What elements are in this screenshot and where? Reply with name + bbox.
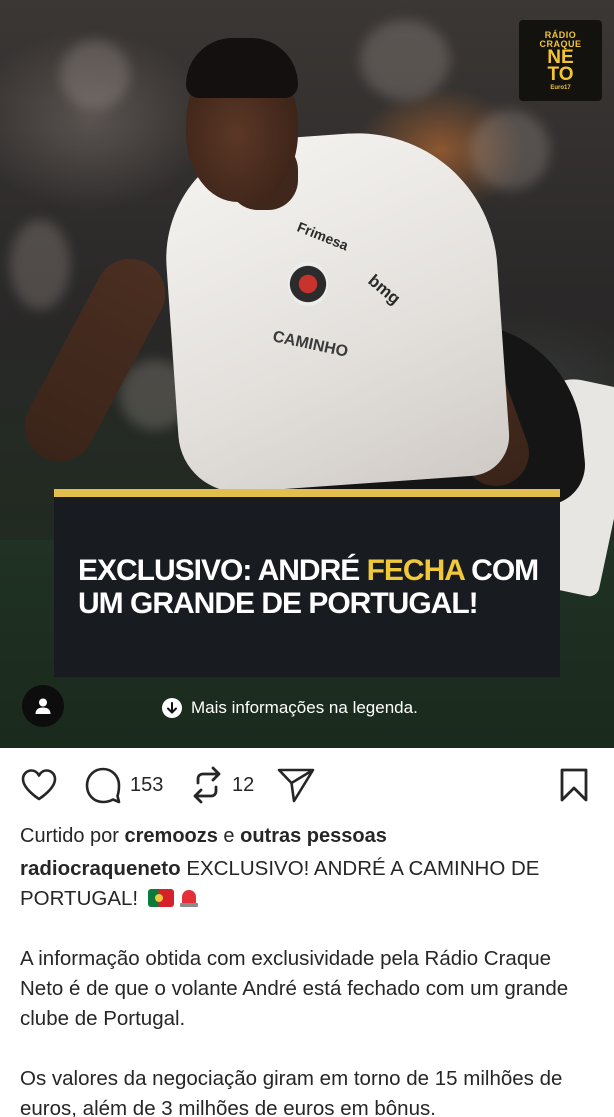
club-crest: [288, 262, 328, 306]
player-hair: [186, 38, 298, 98]
paper-plane-icon: [277, 768, 315, 803]
liked-by-line: Curtido por cremoozs e outras pessoas: [20, 822, 387, 850]
headline-part: EXCLUSIVO: ANDRÉ: [78, 554, 367, 587]
repost-count: 12: [232, 773, 255, 796]
bookmark-icon: [560, 768, 588, 802]
headline-highlight: FECHA: [366, 554, 465, 587]
save-button[interactable]: [558, 760, 590, 810]
comment-count: 153: [130, 773, 164, 796]
caption-username-link[interactable]: radiocraqueneto: [20, 857, 181, 880]
caption-headline: radiocraqueneto EXCLUSIVO! ANDRÉ A CAMIN…: [20, 854, 600, 914]
logo-text: TO: [547, 63, 574, 85]
comment-button[interactable]: 153: [84, 760, 163, 810]
station-logo: RÁDIO CRAQUE NE TO Euro17: [519, 20, 602, 101]
arrow-down-circle-icon: [162, 698, 182, 718]
like-button[interactable]: [20, 760, 58, 810]
caption-paragraph: Os valores da negociação giram em torno …: [20, 1067, 563, 1117]
headline: EXCLUSIVO: ANDRÉ FECHA COM UM GRANDE DE …: [78, 554, 548, 620]
more-info-hint: Mais informações na legenda.: [162, 696, 418, 720]
liked-by-prefix: Curtido por: [20, 825, 125, 847]
liked-by-user-link[interactable]: cremoozs: [125, 825, 218, 847]
logo-text: NE: [547, 46, 574, 68]
post-actions: 153 12: [0, 760, 614, 810]
share-button[interactable]: [276, 760, 316, 810]
liked-by-others-link[interactable]: outras pessoas: [240, 825, 387, 847]
portugal-flag-icon: [147, 889, 174, 907]
crowd-blur: [470, 110, 550, 190]
repost-button[interactable]: 12: [190, 760, 254, 810]
comment-bubble-icon: [85, 767, 121, 804]
liked-by-middle: e: [217, 825, 241, 847]
logo-text: Euro17: [550, 84, 571, 91]
crowd-blur: [10, 220, 70, 310]
crowd-blur: [60, 40, 130, 110]
siren-icon: [178, 886, 200, 908]
caption: radiocraqueneto EXCLUSIVO! ANDRÉ A CAMIN…: [20, 854, 600, 1117]
repost-icon: [193, 766, 221, 804]
heart-icon: [21, 769, 57, 801]
headline-accent-bar: [54, 489, 560, 497]
person-icon: [35, 698, 51, 714]
post-image[interactable]: Frimesa bmg CAMINHO RÁDIO CRAQUE NE TO E…: [0, 0, 614, 748]
crowd-blur: [360, 20, 450, 100]
tagged-users-button[interactable]: [22, 685, 64, 727]
caption-paragraph: A informação obtida com exclusividade pe…: [20, 947, 569, 1030]
more-info-text: Mais informações na legenda.: [191, 698, 418, 717]
